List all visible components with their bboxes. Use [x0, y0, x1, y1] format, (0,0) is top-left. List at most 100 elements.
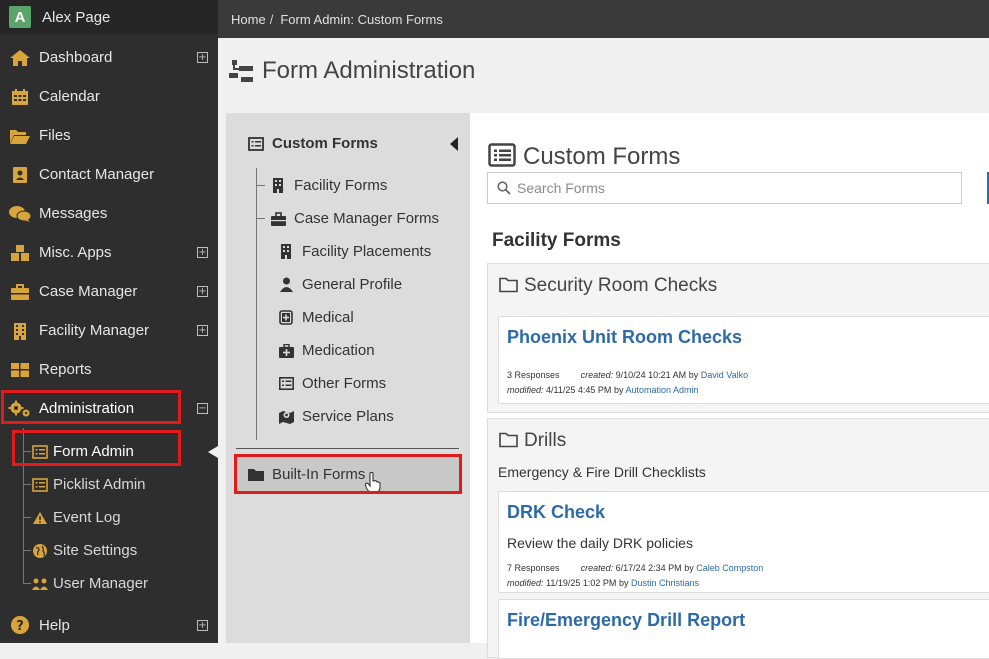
sidebar-item-calendar[interactable]: Calendar — [0, 77, 218, 116]
sidebar-subitem-event-log[interactable]: Event Log — [0, 501, 218, 534]
sidebar-item-case-manager[interactable]: Case Manager + — [0, 272, 218, 311]
sidebar-item-help[interactable]: ? Help + — [0, 607, 218, 643]
form-nav-facility-forms[interactable]: Facility Forms — [270, 177, 387, 194]
sidebar-item-label: Calendar — [39, 88, 100, 105]
tree-tick — [23, 517, 31, 518]
form-nav-case-manager-forms[interactable]: Case Manager Forms — [270, 210, 439, 227]
modified-by-link[interactable]: Dustin Christians — [631, 578, 699, 588]
sidebar-item-reports[interactable]: Reports — [0, 350, 218, 389]
sidebar-item-dashboard[interactable]: Dashboard + — [0, 38, 218, 77]
expand-icon[interactable]: + — [197, 286, 208, 297]
created-by-link[interactable]: David Valko — [701, 370, 748, 380]
form-nav-label: Facility Forms — [294, 177, 388, 194]
sidebar-item-label: Misc. Apps — [39, 244, 112, 261]
form-title[interactable]: Phoenix Unit Room Checks — [507, 327, 742, 348]
sidebar-subitem-site-settings[interactable]: Site Settings — [0, 534, 218, 567]
sidebar-item-misc-apps[interactable]: Misc. Apps + — [0, 233, 218, 272]
folder-outline-icon — [499, 277, 518, 298]
form-nav-root[interactable]: Custom Forms — [248, 135, 378, 152]
sidebar-item-label: Dashboard — [39, 49, 113, 66]
sidebar-item-label: Help — [39, 616, 70, 634]
sidebar-item-messages[interactable]: Messages — [0, 194, 218, 233]
cubes-icon — [8, 243, 32, 263]
map-marker-icon — [278, 409, 294, 425]
list-icon — [278, 376, 294, 392]
sidebar-subitem-label: Picklist Admin — [53, 476, 146, 493]
user-row[interactable]: A Alex Page — [0, 0, 218, 34]
person-icon — [278, 277, 294, 293]
form-nav-medication[interactable]: Medication — [278, 342, 375, 359]
form-nav-facility-placements[interactable]: Facility Placements — [278, 243, 431, 260]
form-title[interactable]: DRK Check — [507, 502, 605, 523]
form-nav-service-plans[interactable]: Service Plans — [278, 408, 394, 425]
question-icon: ? — [8, 615, 32, 635]
svg-text:?: ? — [16, 619, 24, 634]
by-label: by — [613, 385, 624, 395]
by-label: by — [618, 578, 629, 588]
form-meta-created: 3 Responses created: 9/10/24 10:21 AM by… — [507, 370, 748, 380]
modified-by-link[interactable]: Automation Admin — [625, 385, 698, 395]
sidebar-item-files[interactable]: Files — [0, 116, 218, 155]
folder-open-icon — [8, 126, 32, 146]
form-card[interactable]: DRK Check Review the daily DRK policies … — [498, 491, 989, 593]
search-box — [487, 172, 962, 204]
created-label: created: — [580, 563, 614, 573]
tree-tick — [256, 185, 265, 186]
response-count: 7 Responses — [507, 563, 560, 573]
calendar-icon — [8, 87, 32, 107]
expand-icon[interactable]: + — [197, 619, 208, 631]
list-icon — [488, 143, 516, 172]
form-nav-medical[interactable]: Medical — [278, 309, 354, 326]
briefcase-icon — [8, 282, 32, 302]
user-name: Alex Page — [42, 8, 111, 26]
created-by-link[interactable]: Caleb Compston — [696, 563, 763, 573]
collapse-icon[interactable]: − — [197, 403, 208, 414]
form-card[interactable]: Fire/Emergency Drill Report — [498, 599, 989, 659]
expand-icon[interactable]: + — [197, 52, 208, 63]
sidebar-item-label: Files — [39, 127, 71, 144]
form-card[interactable]: Phoenix Unit Room Checks 3 Responses cre… — [498, 316, 989, 404]
highlight-administration — [1, 390, 181, 424]
avatar: A — [9, 6, 31, 28]
sitemap-icon — [229, 58, 255, 89]
sidebar-item-facility-manager[interactable]: Facility Manager + — [0, 311, 218, 350]
breadcrumb-current: Form Admin: Custom Forms — [280, 11, 443, 27]
expand-icon[interactable]: + — [197, 247, 208, 258]
expand-icon[interactable]: + — [197, 325, 208, 336]
search-input[interactable] — [517, 180, 937, 196]
tree-tick — [256, 218, 265, 219]
briefcase-icon — [270, 211, 286, 227]
form-nav-label: Facility Placements — [302, 243, 432, 260]
breadcrumb-home[interactable]: Home — [231, 12, 266, 27]
created-date: 9/10/24 10:21 AM — [615, 370, 687, 380]
form-description: Review the daily DRK policies — [507, 535, 693, 551]
form-nav-general-profile[interactable]: General Profile — [278, 276, 402, 293]
form-nav-label: Medical — [302, 309, 354, 326]
main-title: Custom Forms — [523, 143, 681, 170]
group-name: Security Room Checks — [524, 275, 718, 296]
form-nav-label: Other Forms — [302, 375, 387, 392]
folder-outline-icon — [499, 432, 518, 453]
list-icon — [248, 136, 264, 152]
created-date: 6/17/24 2:34 PM — [615, 563, 682, 573]
tree-tick — [23, 583, 31, 584]
active-pointer-icon — [208, 446, 218, 458]
warning-icon — [31, 510, 49, 526]
form-title[interactable]: Fire/Emergency Drill Report — [507, 610, 745, 631]
sidebar-item-label: Reports — [39, 361, 92, 378]
sidebar-subitem-user-manager[interactable]: User Manager — [0, 567, 218, 600]
modified-label: modified: — [507, 385, 544, 395]
collapse-panel-icon[interactable] — [450, 137, 458, 151]
divider — [236, 448, 459, 449]
form-nav-label: Medication — [302, 342, 375, 359]
sidebar-subitem-label: Site Settings — [53, 542, 138, 559]
sidebar-item-contact-manager[interactable]: Contact Manager — [0, 155, 218, 194]
created-label: created: — [580, 370, 614, 380]
sidebar-subitem-picklist-admin[interactable]: Picklist Admin — [0, 468, 218, 501]
by-label: by — [688, 370, 699, 380]
building-icon — [270, 178, 286, 194]
form-nav-other-forms[interactable]: Other Forms — [278, 375, 386, 392]
sidebar-item-label: Facility Manager — [39, 322, 150, 339]
table-icon — [8, 360, 32, 380]
medkit-icon — [278, 343, 294, 359]
